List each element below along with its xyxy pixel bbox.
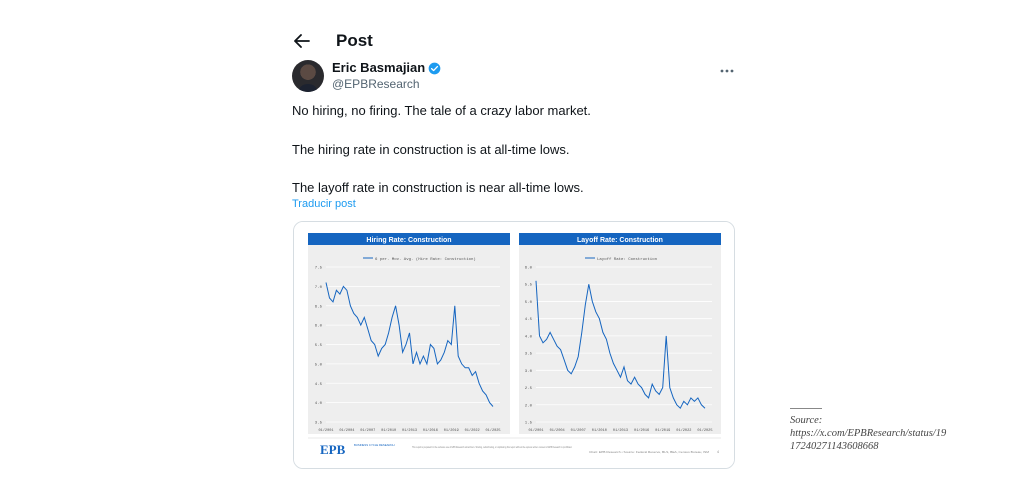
x-tick-label: 01/2001 [528, 428, 543, 433]
y-tick-label: 4.5 [525, 318, 533, 322]
x-tick-label: 01/2016 [634, 428, 649, 433]
translate-link[interactable]: Traducir post [292, 198, 356, 210]
y-tick-label: 6.0 [315, 325, 323, 329]
y-tick-label: 4.0 [315, 402, 323, 406]
chart-title: Hiring Rate: Construction [366, 237, 451, 244]
x-tick-label: 01/2001 [318, 428, 333, 433]
y-tick-label: 3.5 [315, 422, 323, 426]
y-tick-label: 6.0 [525, 267, 533, 271]
author-handle[interactable]: @EPBResearch [332, 76, 441, 92]
x-tick-label: 01/2013 [402, 428, 417, 433]
page-number: 4 [717, 450, 719, 454]
chart-title: Layoff Rate: Construction [577, 237, 663, 244]
x-tick-label: 01/2004 [339, 428, 354, 433]
tweet-text-line: The hiring rate in construction is at al… [292, 142, 570, 157]
back-button[interactable] [292, 31, 312, 51]
x-tick-label: 01/2016 [423, 428, 438, 433]
y-tick-label: 2.5 [525, 387, 533, 391]
x-tick-label: 01/2025 [697, 428, 712, 433]
y-tick-label: 2.0 [525, 404, 533, 408]
source-divider [790, 408, 822, 409]
y-tick-label: 3.5 [525, 353, 533, 357]
y-tick-label: 7.5 [315, 267, 323, 271]
tweet-text-line: No hiring, no firing. The tale of a craz… [292, 103, 591, 118]
source-url[interactable]: https://x.com/EPBResearch/status/1917240… [790, 427, 950, 453]
y-tick-label: 6.5 [315, 305, 323, 309]
more-dots-icon [720, 69, 734, 73]
y-tick-label: 5.5 [525, 284, 533, 288]
x-tick-label: 01/2010 [381, 428, 396, 433]
more-options-button[interactable] [720, 60, 734, 76]
x-tick-label: 01/2013 [613, 428, 628, 433]
y-tick-label: 5.0 [315, 363, 323, 367]
charts-image: Hiring Rate: Construction Layoff Rate: C… [294, 222, 734, 468]
x-tick-label: 01/2022 [465, 428, 480, 433]
arrow-left-icon [294, 34, 310, 48]
x-tick-label: 01/2019 [655, 428, 670, 433]
brand-tagline: BUSINESS CYCLE RESEARCH [354, 443, 395, 447]
x-tick-label: 01/2007 [571, 428, 586, 433]
x-tick-label: 01/2010 [592, 428, 607, 433]
y-tick-label: 7.0 [315, 286, 323, 290]
y-tick-label: 4.5 [315, 383, 323, 387]
x-tick-label: 01/2004 [550, 428, 565, 433]
source-label: Source: [790, 415, 823, 426]
verified-badge-icon [428, 62, 441, 74]
y-tick-label: 5.5 [315, 344, 323, 348]
disclaimer-text: This report is prepared for the exclusiv… [412, 446, 572, 449]
tweet-text-line: The layoff rate in construction is near … [292, 180, 584, 195]
author-block: Eric Basmajian @EPBResearch [292, 60, 441, 92]
post-header: Post [292, 28, 373, 54]
x-tick-label: 01/2019 [444, 428, 459, 433]
source-note: Source: https://x.com/EPBResearch/status… [790, 408, 950, 453]
author-name[interactable]: Eric Basmajian [332, 60, 425, 76]
epb-logo: EPB [320, 442, 346, 457]
legend-label: 6 per. Mov. Avg. (Hire Rate: Constructio… [375, 257, 476, 262]
y-tick-label: 1.5 [525, 422, 533, 426]
media-attachment[interactable]: Hiring Rate: Construction Layoff Rate: C… [293, 221, 735, 469]
legend-label: Layoff Rate: Construction [597, 257, 658, 262]
y-tick-label: 3.0 [525, 370, 533, 374]
y-tick-label: 4.0 [525, 335, 533, 339]
x-tick-label: 01/2007 [360, 428, 375, 433]
avatar[interactable] [292, 60, 324, 92]
page-title: Post [336, 31, 373, 50]
x-tick-label: 01/2025 [485, 428, 500, 433]
y-tick-label: 5.0 [525, 301, 533, 305]
footer-source: Chart: EPB Research • Source: Federal Re… [589, 450, 710, 454]
x-tick-label: 01/2022 [676, 428, 691, 433]
